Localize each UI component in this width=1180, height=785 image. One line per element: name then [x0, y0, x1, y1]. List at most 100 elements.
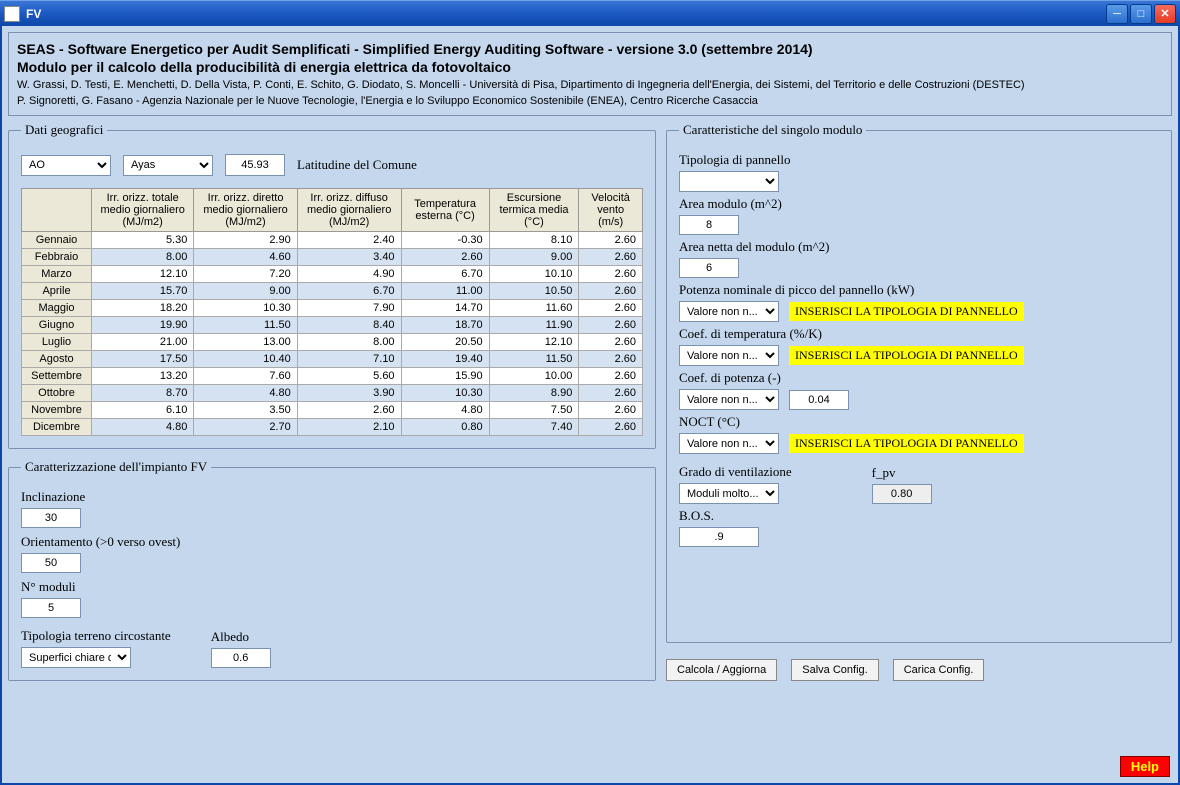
bos-label: B.O.S. [679, 508, 1159, 524]
data-cell: 11.50 [194, 317, 297, 334]
calc-button[interactable]: Calcola / Aggiorna [666, 659, 777, 681]
area-input[interactable] [679, 215, 739, 235]
data-cell: 4.90 [297, 266, 401, 283]
coeft-select[interactable]: Valore non n... [679, 345, 779, 366]
plant-legend: Caratterizzazione dell'impianto FV [21, 459, 211, 475]
comune-select[interactable]: Ayas [123, 155, 213, 176]
data-cell: 11.60 [489, 300, 579, 317]
vent-select[interactable]: Moduli molto... [679, 483, 779, 504]
minimize-button[interactable]: ─ [1106, 4, 1128, 24]
month-cell: Aprile [22, 283, 92, 300]
month-cell: Settembre [22, 368, 92, 385]
data-cell: 2.60 [579, 249, 643, 266]
fpv-label: f_pv [872, 465, 932, 481]
month-cell: Marzo [22, 266, 92, 283]
data-cell: 11.00 [401, 283, 489, 300]
data-cell: 2.60 [579, 419, 643, 436]
data-cell: 8.00 [297, 334, 401, 351]
load-config-button[interactable]: Carica Config. [893, 659, 985, 681]
credits-line2: P. Signoretti, G. Fasano - Agenzia Nazio… [17, 95, 1163, 107]
col-temp: Temperatura esterna (°C) [401, 189, 489, 232]
data-cell: 2.60 [297, 402, 401, 419]
data-cell: 11.90 [489, 317, 579, 334]
incl-input[interactable] [21, 508, 81, 528]
data-cell: 7.40 [489, 419, 579, 436]
data-cell: 19.90 [92, 317, 194, 334]
table-row: Giugno19.9011.508.4018.7011.902.60 [22, 317, 643, 334]
nmod-label: N° moduli [21, 579, 643, 595]
coefp-select[interactable]: Valore non n... [679, 389, 779, 410]
data-cell: 2.60 [579, 402, 643, 419]
window-title: FV [26, 7, 1106, 21]
maximize-button[interactable]: □ [1130, 4, 1152, 24]
data-cell: 3.50 [194, 402, 297, 419]
data-cell: 4.60 [194, 249, 297, 266]
help-button[interactable]: Help [1120, 756, 1170, 777]
data-cell: 10.40 [194, 351, 297, 368]
area-label: Area modulo (m^2) [679, 196, 1159, 212]
data-cell: 17.50 [92, 351, 194, 368]
orient-label: Orientamento (>0 verso ovest) [21, 534, 643, 550]
table-row: Ottobre8.704.803.9010.308.902.60 [22, 385, 643, 402]
type-label: Tipologia di pannello [679, 152, 1159, 168]
coefp-input[interactable] [789, 390, 849, 410]
geo-legend: Dati geografici [21, 122, 107, 138]
province-select[interactable]: AO [21, 155, 111, 176]
data-cell: 2.60 [579, 317, 643, 334]
data-cell: 7.50 [489, 402, 579, 419]
data-cell: 3.40 [297, 249, 401, 266]
data-cell: 4.80 [401, 402, 489, 419]
data-cell: 14.70 [401, 300, 489, 317]
data-cell: 12.10 [489, 334, 579, 351]
data-cell: 2.40 [297, 232, 401, 249]
nmod-input[interactable] [21, 598, 81, 618]
month-cell: Luglio [22, 334, 92, 351]
latitude-value: 45.93 [225, 154, 285, 176]
credits-line1: W. Grassi, D. Testi, E. Menchetti, D. De… [17, 79, 1163, 91]
data-cell: 0.80 [401, 419, 489, 436]
geo-fieldset: Dati geografici AO Ayas 45.93 Latitudine… [8, 122, 656, 449]
data-cell: 2.70 [194, 419, 297, 436]
vent-label: Grado di ventilazione [679, 464, 792, 480]
month-cell: Febbraio [22, 249, 92, 266]
noct-label: NOCT (°C) [679, 414, 1159, 430]
data-cell: 9.00 [194, 283, 297, 300]
albedo-label: Albedo [211, 629, 271, 645]
table-row: Marzo12.107.204.906.7010.102.60 [22, 266, 643, 283]
coefp-label: Coef. di potenza (-) [679, 370, 1159, 386]
net-label: Area netta del modulo (m^2) [679, 239, 1159, 255]
data-cell: 2.60 [579, 334, 643, 351]
terr-label: Tipologia terreno circostante [21, 628, 171, 644]
data-cell: 18.70 [401, 317, 489, 334]
data-cell: 9.00 [489, 249, 579, 266]
pnom-select[interactable]: Valore non n... [679, 301, 779, 322]
coeft-label: Coef. di temperatura (%/K) [679, 326, 1159, 342]
terr-select[interactable]: Superfici chiare di e... [21, 647, 131, 668]
col-irr-tot: Irr. orizz. totale medio giornaliero (MJ… [92, 189, 194, 232]
data-cell: 18.20 [92, 300, 194, 317]
close-button[interactable]: ✕ [1154, 4, 1176, 24]
data-cell: 5.60 [297, 368, 401, 385]
data-cell: 7.60 [194, 368, 297, 385]
data-cell: 2.60 [579, 283, 643, 300]
noct-warning: INSERISCI LA TIPOLOGIA DI PANNELLO [789, 434, 1024, 453]
data-cell: 11.50 [489, 351, 579, 368]
data-cell: 4.80 [92, 419, 194, 436]
geo-table: Irr. orizz. totale medio giornaliero (MJ… [21, 188, 643, 436]
month-cell: Dicembre [22, 419, 92, 436]
data-cell: 7.20 [194, 266, 297, 283]
header-box: SEAS - Software Energetico per Audit Sem… [8, 32, 1172, 116]
data-cell: 13.00 [194, 334, 297, 351]
noct-select[interactable]: Valore non n... [679, 433, 779, 454]
save-config-button[interactable]: Salva Config. [791, 659, 878, 681]
net-input[interactable] [679, 258, 739, 278]
bos-input[interactable] [679, 527, 759, 547]
table-corner [22, 189, 92, 232]
pnom-warning: INSERISCI LA TIPOLOGIA DI PANNELLO [789, 302, 1024, 321]
orient-input[interactable] [21, 553, 81, 573]
albedo-input[interactable] [211, 648, 271, 668]
table-row: Aprile15.709.006.7011.0010.502.60 [22, 283, 643, 300]
latitude-label: Latitudine del Comune [297, 157, 417, 173]
data-cell: 2.60 [579, 266, 643, 283]
panel-type-select[interactable] [679, 171, 779, 192]
